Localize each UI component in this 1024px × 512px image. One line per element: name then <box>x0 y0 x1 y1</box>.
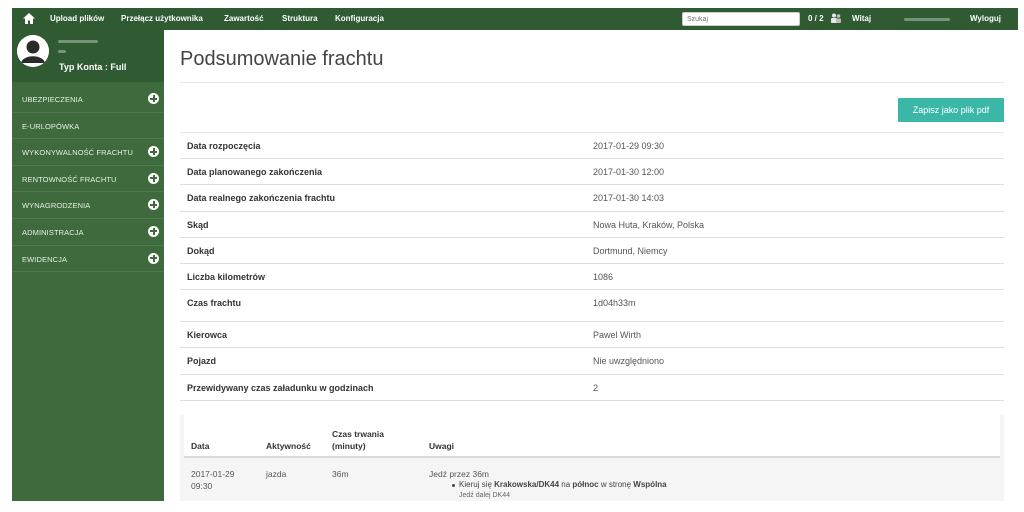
column-header-activity: Aktywność <box>266 441 311 451</box>
nav-structure[interactable]: Struktura <box>282 14 318 23</box>
sidebar-item-rentownosc-frachtu[interactable]: RENTOWNOŚĆ FRACHTU <box>12 166 164 193</box>
summary-value: Pawel Wirth <box>593 330 642 341</box>
sidebar-item-label: RENTOWNOŚĆ FRACHTU <box>22 174 117 184</box>
sidebar-item-wykonywalnosc-frachtu[interactable]: WYKONYWALNOŚĆ FRACHTU <box>12 139 164 166</box>
nav-content[interactable]: Zawartość <box>224 14 264 23</box>
home-icon[interactable] <box>22 12 36 25</box>
bullet-icon <box>452 484 455 487</box>
column-header-duration-unit: (minuty) <box>332 441 366 451</box>
summary-value: Dortmund, Niemcy <box>593 245 668 256</box>
nav-upload-files[interactable]: Upload plików <box>50 14 104 23</box>
logout-link[interactable]: Wyloguj <box>970 14 1001 23</box>
summary-value: 2 <box>593 382 599 393</box>
top-navbar: Upload plików Przełącz użytkownika Zawar… <box>12 8 1018 30</box>
sidebar-item-label: WYKONYWALNOŚĆ FRACHTU <box>22 148 133 158</box>
summary-row: Przewidywany czas załadunku w godzinach … <box>180 375 1004 401</box>
route-step-mid: na <box>559 480 573 489</box>
expand-plus-icon[interactable] <box>148 93 159 104</box>
user-profile: Typ Konta : Full <box>12 30 164 82</box>
row-note: Jedź przez 36m <box>429 469 489 479</box>
sidebar-menu: UBEZPIECZENIA E-URLOPÓWKA WYKONYWALNOŚĆ … <box>12 86 164 273</box>
title-divider <box>180 82 1004 83</box>
route-step-target: Wspólna <box>633 480 667 489</box>
summary-key: Data rozpoczęcia <box>187 141 261 151</box>
expand-plus-icon[interactable] <box>148 199 159 211</box>
summary-value: 2017-01-30 12:00 <box>593 167 665 178</box>
summary-value: Nie uwzględniono <box>593 356 665 367</box>
summary-value: 2017-01-30 14:03 <box>593 193 665 204</box>
nav-switch-user[interactable]: Przełącz użytkownika <box>121 14 203 23</box>
column-header-notes: Uwagi <box>429 441 455 451</box>
summary-key: Kierowca <box>187 330 228 341</box>
account-type-label: Typ Konta : Full <box>59 62 127 72</box>
expand-plus-icon[interactable] <box>148 146 159 158</box>
sidebar-item-label: ADMINISTRACJA <box>22 227 84 237</box>
summary-row: Dokąd Dortmund, Niemcy <box>180 238 1004 264</box>
sidebar-item-e-urlopowka[interactable]: E-URLOPÓWKA <box>12 113 164 140</box>
activity-table: Data Aktywność Czas trwania (minuty) Uwa… <box>180 414 1004 501</box>
summary-key: Czas frachtu <box>187 298 242 309</box>
summary-value: 1086 <box>593 271 614 282</box>
user-counter: 0 / 2 <box>808 14 824 23</box>
summary-row: Pojazd Nie uwzględniono <box>180 348 1004 375</box>
summary-row: Czas frachtu 1d04h33m <box>180 290 1004 323</box>
page-title: Podsumowanie frachtu <box>180 48 384 70</box>
row-date: 2017-01-29 <box>191 469 235 479</box>
main-content: Podsumowanie frachtu Zapisz jako plik pd… <box>164 30 1018 501</box>
summary-key: Pojazd <box>187 356 217 367</box>
sidebar-item-label: EWIDENCJA <box>22 254 68 264</box>
route-step-direction: północ <box>572 480 599 489</box>
summary-row: Liczba kilometrów 1086 <box>180 264 1004 291</box>
sidebar-item-label: UBEZPIECZENIA <box>22 95 83 104</box>
summary-row: Skąd Nowa Huta, Kraków, Polska <box>180 212 1004 238</box>
nav-configuration[interactable]: Konfiguracja <box>335 14 384 23</box>
save-pdf-button[interactable]: Zapisz jako plik pdf <box>898 98 1004 122</box>
summary-row: Data rozpoczęcia 2017-01-29 09:30 <box>180 133 1004 160</box>
summary-row: Data realnego zakończenia frachtu 2017-0… <box>180 185 1004 212</box>
route-step-prefix: Kieruj się <box>459 480 495 489</box>
user-info-redacted <box>58 50 66 53</box>
expand-plus-icon[interactable] <box>148 172 159 184</box>
sidebar-item-label: E-URLOPÓWKA <box>22 121 80 131</box>
sidebar: Typ Konta : Full UBEZPIECZENIA E-URLOPÓW… <box>12 30 164 501</box>
sidebar-item-ubezpieczenia[interactable]: UBEZPIECZENIA <box>12 86 164 113</box>
sidebar-item-label: WYNAGRODZENIA <box>22 201 91 211</box>
freight-summary-table: Data rozpoczęcia 2017-01-29 09:30 Data p… <box>180 133 1004 401</box>
activity-table-header: Data Aktywność Czas trwania (minuty) Uwa… <box>184 414 1000 458</box>
column-header-date: Data <box>191 441 210 451</box>
route-step-road: Krakowska/DK44 <box>494 480 560 489</box>
user-name-redacted <box>58 40 98 43</box>
row-time: 09:30 <box>191 481 213 491</box>
summary-key: Liczba kilometrów <box>187 271 266 282</box>
summary-row: Data planowanego zakończenia 2017-01-30 … <box>180 159 1004 186</box>
expand-plus-icon[interactable] <box>148 225 159 237</box>
summary-value: 1d04h33m <box>593 298 636 309</box>
app-window: Upload plików Przełącz użytkownika Zawar… <box>12 8 1018 501</box>
summary-key: Data realnego zakończenia frachtu <box>187 193 336 204</box>
summary-key: Data planowanego zakończenia <box>187 167 323 178</box>
row-activity: jazda <box>266 469 287 479</box>
users-icon[interactable] <box>830 12 842 24</box>
summary-key: Przewidywany czas załadunku w godzinach <box>187 382 374 393</box>
username-redacted <box>904 18 950 21</box>
expand-plus-icon[interactable] <box>148 252 159 264</box>
sidebar-item-ewidencja[interactable]: EWIDENCJA <box>12 246 164 273</box>
route-step: Kieruj się Krakowska/DK44 na północ w st… <box>459 480 667 489</box>
row-duration: 36m <box>332 469 349 479</box>
route-step-continue: Jedź dalej DK44 <box>459 492 510 499</box>
summary-value: 2017-01-29 09:30 <box>593 141 665 151</box>
sidebar-item-wynagrodzenia[interactable]: WYNAGRODZENIA <box>12 192 164 219</box>
route-step-mid: w stronę <box>598 480 634 489</box>
summary-key: Skąd <box>187 219 209 230</box>
summary-key: Dokąd <box>187 245 215 256</box>
user-avatar-icon[interactable] <box>17 35 49 67</box>
summary-row: Kierowca Pawel Wirth <box>180 322 1004 349</box>
column-header-duration: Czas trwania <box>332 429 384 439</box>
sidebar-item-administracja[interactable]: ADMINISTRACJA <box>12 219 164 246</box>
summary-value: Nowa Huta, Kraków, Polska <box>593 219 705 230</box>
greeting-label: Witaj <box>852 14 872 23</box>
search-input[interactable] <box>682 12 800 26</box>
